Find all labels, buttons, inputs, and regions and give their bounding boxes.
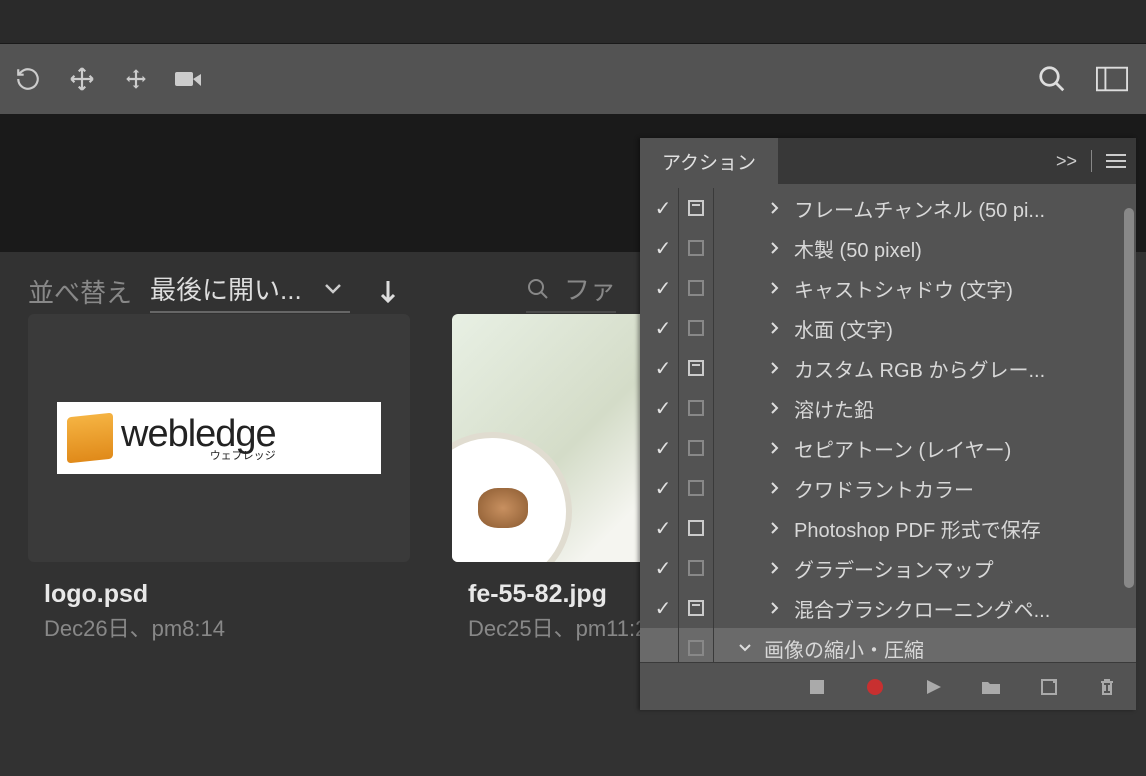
chevron-right-icon[interactable]	[760, 441, 790, 455]
action-label: 混合ブラシクローニングペ...	[790, 594, 1136, 623]
panel-tab-bar: アクション >>	[640, 138, 1136, 184]
new-action-button[interactable]	[1038, 676, 1060, 698]
trash-button[interactable]	[1096, 676, 1118, 698]
action-row[interactable]: ✓ 水面 (文字)	[640, 308, 1136, 348]
search-filter[interactable]: ファ	[526, 270, 616, 313]
search-placeholder: ファ	[564, 270, 616, 307]
action-dialog-toggle[interactable]	[678, 548, 714, 588]
action-check[interactable]: ✓	[648, 196, 678, 221]
thumb-date: Dec26日、pm8:14	[44, 611, 410, 643]
action-dialog-toggle[interactable]	[678, 588, 714, 628]
chevron-down-icon	[324, 283, 342, 295]
stop-button[interactable]	[806, 676, 828, 698]
action-check[interactable]: ✓	[648, 516, 678, 541]
video-icon[interactable]	[174, 63, 206, 95]
action-row[interactable]: ✓ 木製 (50 pixel)	[640, 228, 1136, 268]
search-icon[interactable]	[1036, 63, 1068, 95]
action-dialog-toggle[interactable]	[678, 268, 714, 308]
action-label: Photoshop PDF 形式で保存	[790, 514, 1136, 543]
action-check[interactable]: ✓	[648, 596, 678, 621]
chevron-right-icon[interactable]	[760, 201, 790, 215]
action-label: カスタム RGB からグレー...	[790, 354, 1136, 383]
action-row[interactable]: ✓ クワドラントカラー	[640, 468, 1136, 508]
chevron-right-icon[interactable]	[760, 561, 790, 575]
sort-select[interactable]: 最後に開い...	[150, 270, 350, 313]
tool-bar	[0, 44, 1146, 114]
divider	[1091, 150, 1092, 172]
logo-main-text: webledge	[121, 415, 276, 453]
action-row[interactable]: ✓ セピアトーン (レイヤー)	[640, 428, 1136, 468]
record-button[interactable]	[864, 676, 886, 698]
action-check[interactable]: ✓	[648, 236, 678, 261]
action-check[interactable]: ✓	[648, 476, 678, 501]
move-icon[interactable]	[66, 63, 98, 95]
title-bar	[0, 0, 1146, 44]
chevron-right-icon[interactable]	[760, 521, 790, 535]
action-row[interactable]: ✓ グラデーションマップ	[640, 548, 1136, 588]
tab-actions[interactable]: アクション	[640, 138, 778, 184]
action-label: 木製 (50 pixel)	[790, 234, 1136, 263]
play-button[interactable]	[922, 676, 944, 698]
action-dialog-toggle[interactable]	[678, 188, 714, 228]
action-dialog-toggle[interactable]	[678, 348, 714, 388]
sort-direction-icon[interactable]	[378, 279, 398, 305]
panel-collapse-icon[interactable]: >>	[1056, 151, 1077, 172]
chevron-right-icon[interactable]	[760, 321, 790, 335]
action-row[interactable]: ✓ フレームチャンネル (50 pi...	[640, 188, 1136, 228]
action-row[interactable]: ✓ Photoshop PDF 形式で保存	[640, 508, 1136, 548]
chevron-right-icon[interactable]	[760, 281, 790, 295]
action-check[interactable]: ✓	[648, 356, 678, 381]
action-row[interactable]: ✓ カスタム RGB からグレー...	[640, 348, 1136, 388]
pan-icon[interactable]	[120, 63, 152, 95]
action-dialog-toggle[interactable]	[678, 388, 714, 428]
actions-panel: アクション >> ✓ フレームチャンネル (50 pi... ✓ 木製 (50 pix…	[640, 138, 1136, 710]
action-dialog-toggle[interactable]	[678, 628, 714, 662]
logo-icon	[67, 413, 113, 464]
action-check[interactable]: ✓	[648, 316, 678, 341]
action-label: クワドラントカラー	[790, 474, 1136, 503]
action-row[interactable]: ✓ キャストシャドウ (文字)	[640, 268, 1136, 308]
panel-menu-icon[interactable]	[1106, 153, 1126, 169]
chevron-right-icon[interactable]	[760, 601, 790, 615]
thumb-filename: logo.psd	[44, 580, 410, 609]
thumb-item[interactable]: webledge ウェブレッジ logo.psd Dec26日、pm8:14	[28, 314, 410, 643]
action-label: キャストシャドウ (文字)	[790, 274, 1136, 303]
thumb-preview: webledge ウェブレッジ	[28, 314, 410, 562]
action-label: 画像の縮小・圧縮	[760, 634, 1136, 663]
action-label: グラデーションマップ	[790, 554, 1136, 583]
scrollbar[interactable]	[1124, 208, 1134, 588]
panel-footer	[640, 662, 1136, 710]
panel-toggle-icon[interactable]	[1096, 63, 1128, 95]
action-dialog-toggle[interactable]	[678, 428, 714, 468]
action-dialog-toggle[interactable]	[678, 308, 714, 348]
chevron-right-icon[interactable]	[760, 241, 790, 255]
action-check[interactable]: ✓	[648, 276, 678, 301]
action-label: フレームチャンネル (50 pi...	[790, 194, 1136, 223]
action-list: ✓ フレームチャンネル (50 pi... ✓ 木製 (50 pixel) ✓ キャストシ…	[640, 184, 1136, 662]
action-label: 溶けた鉛	[790, 394, 1136, 423]
action-check[interactable]: ✓	[648, 556, 678, 581]
action-label: 水面 (文字)	[790, 314, 1136, 343]
action-row[interactable]: ✓ 溶けた鉛	[640, 388, 1136, 428]
logo-sub-text: ウェブレッジ	[210, 451, 276, 462]
action-row[interactable]: 画像の縮小・圧縮	[640, 628, 1136, 662]
action-dialog-toggle[interactable]	[678, 468, 714, 508]
action-check[interactable]: ✓	[648, 436, 678, 461]
action-check[interactable]: ✓	[648, 396, 678, 421]
chevron-right-icon[interactable]	[760, 401, 790, 415]
rotate-icon[interactable]	[12, 63, 44, 95]
action-label: セピアトーン (レイヤー)	[790, 434, 1136, 463]
sort-selected-value: 最後に開い...	[150, 270, 302, 307]
chevron-down-icon[interactable]	[730, 643, 760, 653]
folder-button[interactable]	[980, 676, 1002, 698]
chevron-right-icon[interactable]	[760, 481, 790, 495]
sort-label: 並べ替え	[28, 273, 132, 310]
search-icon	[526, 277, 550, 301]
action-row[interactable]: ✓ 混合ブラシクローニングペ...	[640, 588, 1136, 628]
chevron-right-icon[interactable]	[760, 361, 790, 375]
action-dialog-toggle[interactable]	[678, 508, 714, 548]
action-dialog-toggle[interactable]	[678, 228, 714, 268]
